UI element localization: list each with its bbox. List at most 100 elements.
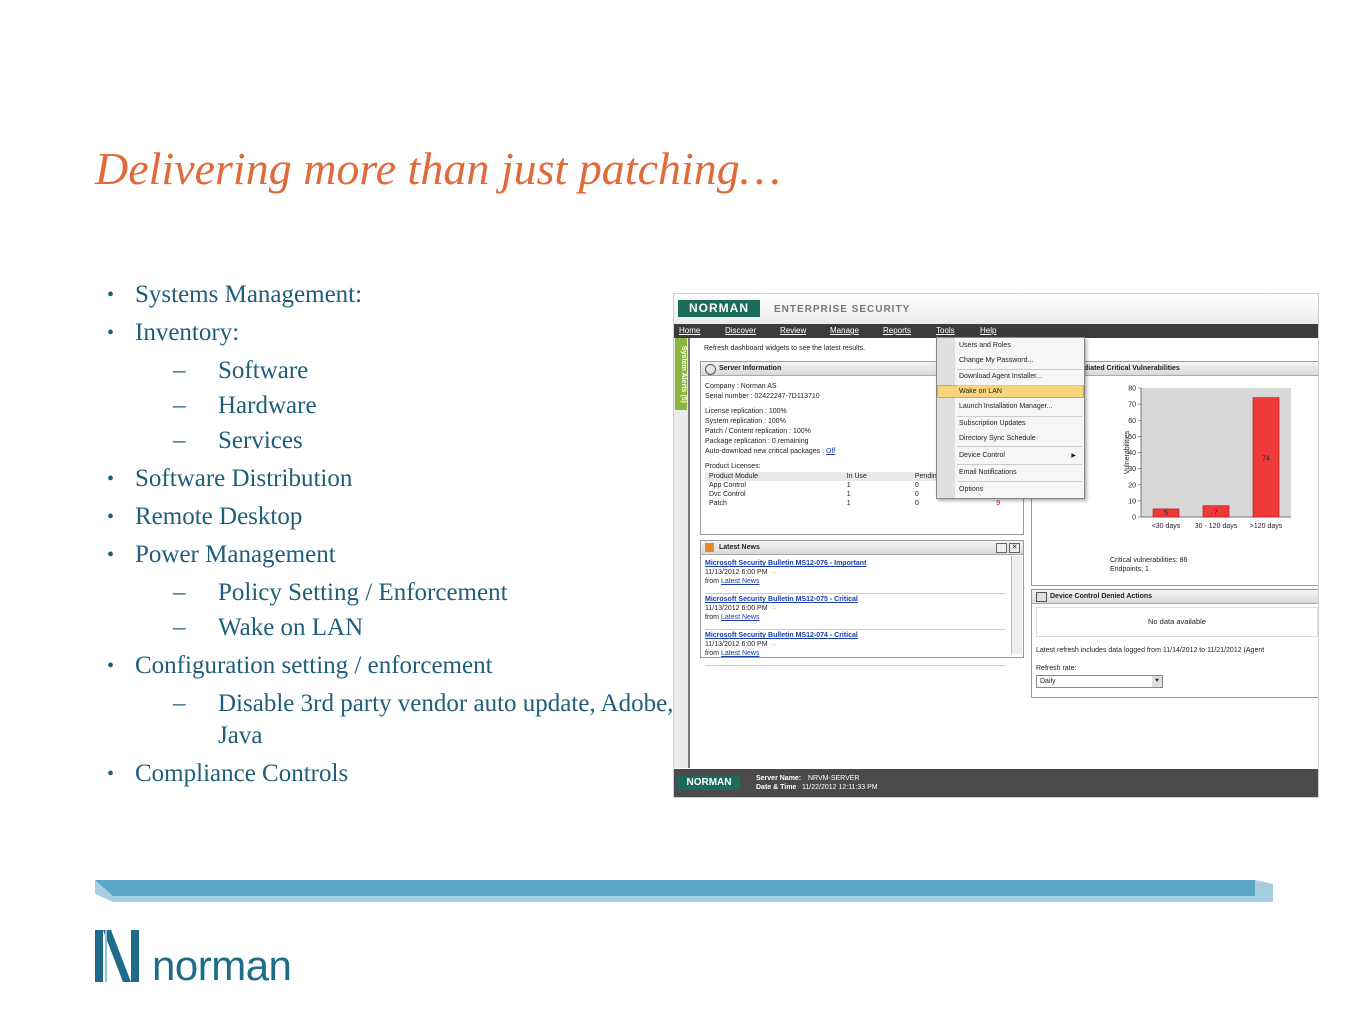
bullet-item: Remote Desktop bbox=[107, 498, 677, 536]
rss-icon bbox=[705, 543, 714, 552]
close-icon[interactable]: ✕ bbox=[1009, 543, 1020, 553]
no-data: No data available bbox=[1036, 607, 1318, 637]
cell-module: App Control bbox=[709, 482, 746, 489]
menu-item[interactable]: Subscription Updates bbox=[959, 420, 1026, 427]
news-header: Latest News ✕ bbox=[701, 541, 1023, 555]
serial: Serial number : 02422247-7D113710 bbox=[705, 393, 820, 400]
news-item: Microsoft Security Bulletin MS12-075 - C… bbox=[705, 595, 1005, 630]
nav-reports[interactable]: Reports bbox=[883, 326, 911, 335]
news-date: 11/13/2012 6:00 PM bbox=[705, 641, 768, 648]
bullet-item: Policy Setting / Enforcement bbox=[107, 577, 677, 609]
news-from: from bbox=[705, 578, 719, 585]
auto-download: Auto-download new critical packages : bbox=[705, 448, 825, 455]
bullet-item: Services bbox=[107, 425, 677, 457]
y-tick-label: 20 bbox=[1128, 482, 1136, 489]
norman-logo-icon bbox=[95, 930, 139, 982]
nav-review[interactable]: Review bbox=[780, 326, 806, 335]
server-info-title: Server Information bbox=[719, 365, 782, 372]
col-module: Product Module bbox=[705, 472, 843, 481]
app-screenshot: NORMAN ENTERPRISE SECURITY Home Discover… bbox=[673, 293, 1319, 798]
menu-item[interactable]: Options bbox=[959, 486, 983, 493]
nav-discover[interactable]: Discover bbox=[725, 326, 756, 335]
news-link[interactable]: Microsoft Security Bulletin MS12-074 - C… bbox=[705, 631, 1005, 640]
app-sidebar: System Alerts (5) bbox=[674, 338, 690, 768]
menu-separator bbox=[957, 385, 1082, 386]
licenses-label: Product Licenses: bbox=[705, 463, 761, 470]
y-tick-label: 80 bbox=[1128, 386, 1136, 393]
x-tick-label: >120 days bbox=[1250, 523, 1283, 530]
menu-item[interactable]: Download Agent Installer... bbox=[959, 373, 1042, 380]
tools-menu: Users and Roles Change My Password... Down… bbox=[936, 337, 1085, 499]
cell-pending: 0 bbox=[914, 500, 919, 507]
bullet-item: Configuration setting / enforcement bbox=[107, 647, 677, 685]
menu-separator bbox=[957, 369, 1082, 370]
cell-extra: 9 bbox=[996, 500, 1001, 507]
col-in-use: In Use bbox=[842, 472, 911, 481]
arrow-icon: → bbox=[769, 569, 777, 576]
menu-item[interactable]: Users and Roles bbox=[959, 342, 1011, 349]
x-tick-label: 30 - 120 days bbox=[1195, 523, 1238, 530]
news-date: 11/13/2012 6:00 PM bbox=[705, 569, 768, 576]
news-link[interactable]: Microsoft Security Bulletin MS12-075 - C… bbox=[705, 595, 1005, 604]
news-source[interactable]: Latest News bbox=[721, 614, 760, 621]
menu-item[interactable]: Email Notifications bbox=[959, 469, 1017, 476]
refresh-note: Latest refresh includes data logged from… bbox=[1036, 647, 1265, 654]
menu-item[interactable]: Wake on LAN bbox=[959, 388, 1002, 395]
server-info-body: Company : Norman AS Serial number : 0242… bbox=[705, 382, 835, 472]
brand-wordmark: norman bbox=[152, 942, 292, 989]
refresh-hint: Refresh dashboard widgets to see the lat… bbox=[704, 345, 866, 352]
submenu-arrow-icon: ▶ bbox=[1071, 453, 1076, 459]
product-name: ENTERPRISE SECURITY bbox=[774, 304, 911, 315]
server-value: NRVM-SERVER bbox=[808, 775, 860, 782]
decorative-stripe bbox=[95, 880, 1273, 902]
auto-download-link[interactable]: Off bbox=[826, 448, 835, 455]
refresh-rate-select[interactable]: Daily ▼ bbox=[1036, 675, 1163, 688]
nav-manage[interactable]: Manage bbox=[830, 326, 859, 335]
bullet-item: Compliance Controls bbox=[107, 755, 677, 793]
app-logo: NORMAN bbox=[678, 300, 760, 317]
bullet-item: Wake on LAN bbox=[107, 612, 677, 644]
system-alerts-tab[interactable]: System Alerts (5) bbox=[675, 338, 687, 410]
bar-value-label: 7 bbox=[1214, 509, 1218, 516]
menu-item[interactable]: Launch Installation Manager... bbox=[959, 403, 1052, 410]
y-axis-label: Vulnerabilities bbox=[1124, 430, 1131, 474]
bullet-item: Software Distribution bbox=[107, 460, 677, 498]
bullet-item: Power Management bbox=[107, 536, 677, 574]
cell-in_use: 1 bbox=[846, 491, 851, 498]
bar-value-label: 5 bbox=[1164, 510, 1168, 517]
menu-separator bbox=[957, 446, 1082, 447]
date-label: Date & Time bbox=[756, 784, 797, 791]
minimize-icon[interactable] bbox=[996, 543, 1007, 553]
cell-in_use: 1 bbox=[846, 500, 851, 507]
news-source[interactable]: Latest News bbox=[721, 578, 760, 585]
device-panel: Device Control Denied Actions No data av… bbox=[1031, 589, 1318, 698]
server-label: Server Name: bbox=[756, 775, 802, 782]
menu-item[interactable]: Device Control bbox=[959, 452, 1005, 459]
menu-separator bbox=[957, 464, 1082, 465]
date-value: 11/22/2012 12:11:33 PM bbox=[802, 784, 878, 791]
latest-news-panel: Latest News ✕ Microsoft Security Bulleti… bbox=[700, 540, 1024, 666]
table-row: Patch 1 0 9 bbox=[705, 499, 1021, 508]
news-item: Microsoft Security Bulletin MS12-074 - C… bbox=[705, 631, 1005, 666]
vuln-summary: Critical vulnerabilities: 86 Endpoints: … bbox=[1110, 556, 1187, 574]
nav-help[interactable]: Help bbox=[980, 326, 996, 335]
bullet-item: Hardware bbox=[107, 390, 677, 422]
bullet-item: Disable 3rd party vendor auto update, Ad… bbox=[107, 688, 677, 752]
menu-item[interactable]: Change My Password... bbox=[959, 357, 1033, 364]
company: Company : Norman AS bbox=[705, 383, 777, 390]
license-replication: License replication : 100% bbox=[705, 408, 787, 415]
nav-tools[interactable]: Tools bbox=[936, 326, 955, 335]
nav-home[interactable]: Home bbox=[679, 326, 700, 335]
vuln-title: diated Critical Vulnerabilities bbox=[1084, 365, 1180, 372]
rate-value: Daily bbox=[1040, 678, 1056, 685]
news-scrollbar[interactable] bbox=[1011, 556, 1022, 654]
app-footer: NORMAN Server Name: NRVM-SERVER Date & T… bbox=[674, 769, 1318, 797]
x-tick-label: <30 days bbox=[1152, 523, 1181, 530]
news-link[interactable]: Microsoft Security Bulletin MS12-076 - I… bbox=[705, 559, 1005, 568]
arrow-icon: → bbox=[769, 605, 777, 612]
news-source[interactable]: Latest News bbox=[721, 650, 760, 657]
news-title: Latest News bbox=[719, 544, 760, 551]
critical-count: Critical vulnerabilities: 86 bbox=[1110, 557, 1188, 564]
menu-item[interactable]: Directory Sync Schedule bbox=[959, 435, 1036, 442]
bar-value-label: 74 bbox=[1262, 455, 1270, 462]
